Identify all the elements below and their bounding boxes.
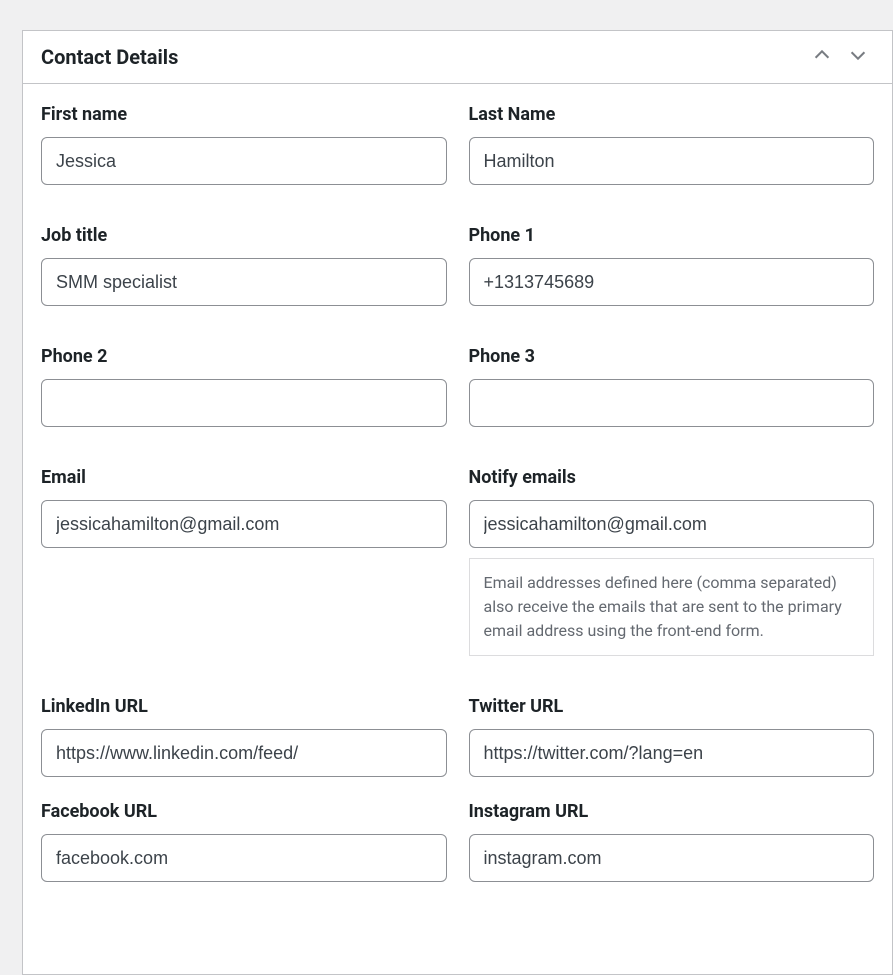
phone2-input[interactable] (41, 379, 447, 427)
notify-emails-group: Notify emails Email addresses defined he… (469, 467, 875, 656)
last-name-label: Last Name (469, 104, 875, 125)
move-up-button[interactable] (810, 45, 834, 69)
job-title-input[interactable] (41, 258, 447, 306)
last-name-group: Last Name (469, 104, 875, 185)
first-name-label: First name (41, 104, 447, 125)
form-row: Phone 2 Phone 3 (41, 346, 874, 427)
notify-emails-label: Notify emails (469, 467, 875, 488)
instagram-url-input[interactable] (469, 834, 875, 882)
phone3-group: Phone 3 (469, 346, 875, 427)
twitter-url-input[interactable] (469, 729, 875, 777)
notify-emails-help: Email addresses defined here (comma sepa… (469, 558, 875, 656)
chevron-up-icon (811, 44, 833, 70)
last-name-input[interactable] (469, 137, 875, 185)
notify-emails-input[interactable] (469, 500, 875, 548)
linkedin-url-label: LinkedIn URL (41, 696, 447, 717)
phone1-input[interactable] (469, 258, 875, 306)
phone3-label: Phone 3 (469, 346, 875, 367)
form-row: First name Last Name (41, 104, 874, 185)
facebook-url-label: Facebook URL (41, 801, 447, 822)
email-label: Email (41, 467, 447, 488)
phone3-input[interactable] (469, 379, 875, 427)
first-name-group: First name (41, 104, 447, 185)
email-group: Email (41, 467, 447, 656)
facebook-url-group: Facebook URL (41, 801, 447, 882)
twitter-url-group: Twitter URL (469, 696, 875, 777)
twitter-url-label: Twitter URL (469, 696, 875, 717)
instagram-url-group: Instagram URL (469, 801, 875, 882)
phone1-group: Phone 1 (469, 225, 875, 306)
form-row: LinkedIn URL Twitter URL (41, 696, 874, 777)
move-down-button[interactable] (846, 45, 870, 69)
form-row: Facebook URL Instagram URL (41, 801, 874, 882)
job-title-label: Job title (41, 225, 447, 246)
form-row: Email Notify emails Email addresses defi… (41, 467, 874, 656)
phone2-label: Phone 2 (41, 346, 447, 367)
panel-actions (810, 45, 870, 69)
email-input[interactable] (41, 500, 447, 548)
contact-details-panel: Contact Details First name Last Name (22, 30, 893, 975)
facebook-url-input[interactable] (41, 834, 447, 882)
first-name-input[interactable] (41, 137, 447, 185)
instagram-url-label: Instagram URL (469, 801, 875, 822)
panel-title: Contact Details (41, 45, 810, 69)
chevron-down-icon (847, 44, 869, 70)
panel-header: Contact Details (23, 31, 892, 84)
linkedin-url-input[interactable] (41, 729, 447, 777)
linkedin-url-group: LinkedIn URL (41, 696, 447, 777)
job-title-group: Job title (41, 225, 447, 306)
phone2-group: Phone 2 (41, 346, 447, 427)
form-row: Job title Phone 1 (41, 225, 874, 306)
phone1-label: Phone 1 (469, 225, 875, 246)
panel-body: First name Last Name Job title Phone 1 P… (23, 84, 892, 882)
